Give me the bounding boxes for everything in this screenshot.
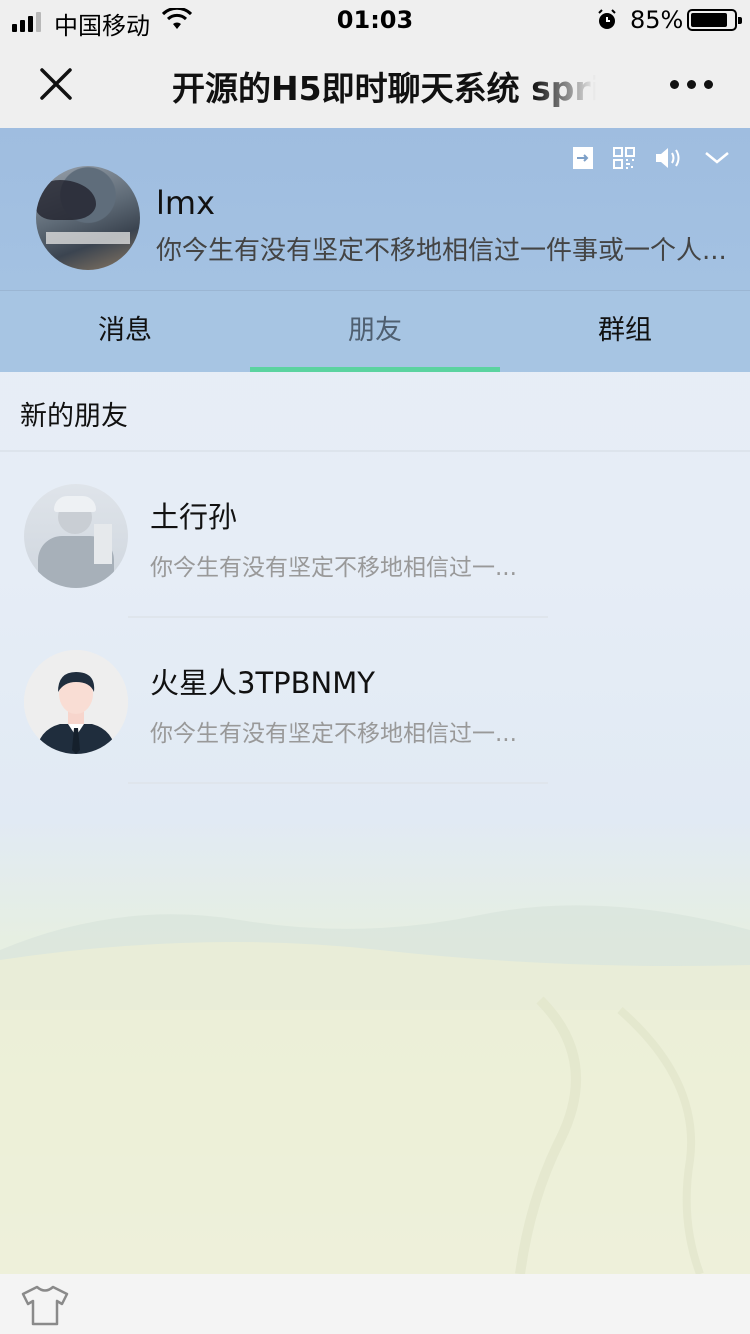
main-tabs: 消息 朋友 群组 xyxy=(0,290,750,372)
new-friends-row[interactable]: 新的朋友 xyxy=(0,372,750,452)
tab-groups[interactable]: 群组 xyxy=(500,291,750,372)
tab-messages[interactable]: 消息 xyxy=(0,291,250,372)
tshirt-icon[interactable] xyxy=(20,1284,70,1330)
qrcode-icon[interactable] xyxy=(612,146,636,174)
battery-percent: 85% xyxy=(630,6,684,34)
friend-last-message: 你今生有没有坚定不移地相信过一... xyxy=(150,555,517,581)
my-avatar[interactable] xyxy=(36,166,140,270)
header-toolbar xyxy=(572,146,730,174)
alarm-icon xyxy=(596,9,618,37)
page-title: 开源的H5即时聊天系统 spri xyxy=(172,69,596,108)
navigation-bar: 开源的H5即时聊天系统 spri xyxy=(0,40,750,128)
avatar xyxy=(24,650,128,754)
logout-icon[interactable] xyxy=(572,146,594,174)
chevron-down-icon[interactable] xyxy=(704,150,730,170)
profile-header: lmx 你今生有没有坚定不移地相信过一件事或一个人... xyxy=(0,128,750,290)
avatar xyxy=(24,484,128,588)
friend-list-item[interactable]: 土行孙 你今生有没有坚定不移地相信过一... xyxy=(0,452,750,618)
bottom-bar xyxy=(0,1274,750,1334)
friend-name: 土行孙 xyxy=(150,500,238,534)
divider xyxy=(128,782,548,784)
friend-list-item[interactable]: 火星人3TPBNMY 你今生有没有坚定不移地相信过一... xyxy=(0,618,750,784)
my-name: lmx xyxy=(156,184,215,222)
status-bar: 中国移动 01:03 85% xyxy=(0,0,750,40)
battery-icon xyxy=(687,9,742,31)
friend-name: 火星人3TPBNMY xyxy=(150,666,375,700)
friend-last-message: 你今生有没有坚定不移地相信过一... xyxy=(150,721,517,747)
close-icon[interactable] xyxy=(36,64,76,104)
new-friends-label: 新的朋友 xyxy=(20,401,128,432)
volume-icon[interactable] xyxy=(654,146,686,174)
my-signature[interactable]: 你今生有没有坚定不移地相信过一件事或一个人... xyxy=(156,230,732,267)
more-dots-icon[interactable] xyxy=(670,80,713,89)
tab-friends[interactable]: 朋友 xyxy=(250,291,500,372)
